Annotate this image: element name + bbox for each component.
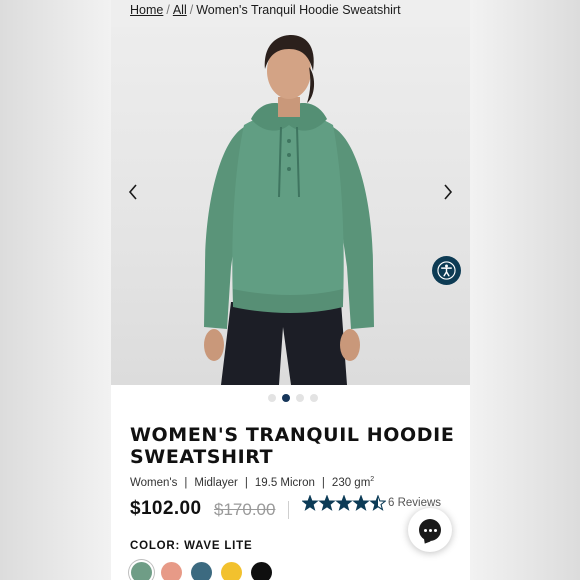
spec-separator: | <box>184 476 188 489</box>
chat-bubble-icon <box>419 519 441 541</box>
gallery-dot[interactable] <box>268 394 276 402</box>
product-image-gallery[interactable] <box>111 27 470 385</box>
gallery-prev-button[interactable] <box>122 177 144 207</box>
spec-gender: Women's <box>130 476 178 489</box>
gallery-dot[interactable] <box>296 394 304 402</box>
color-swatch[interactable] <box>131 562 152 580</box>
color-label: COLOR: WAVE LITE <box>130 540 253 552</box>
product-image <box>204 35 374 385</box>
reviews-link[interactable]: 6 Reviews <box>388 497 441 509</box>
product-page: Home / All / Women's Tranquil Hoodie Sweatsh… <box>111 0 470 580</box>
color-swatch[interactable] <box>191 562 212 580</box>
spec-layer: Midlayer <box>194 476 238 489</box>
breadcrumb-home-link[interactable]: Home <box>130 3 163 17</box>
star-icon <box>318 495 336 511</box>
breadcrumb-separator: / <box>189 3 194 17</box>
product-title: WOMEN'S TRANQUIL HOODIE SWEATSHIRT <box>130 424 455 468</box>
star-icon <box>352 495 370 511</box>
accessibility-button[interactable] <box>432 256 461 285</box>
chevron-right-icon <box>444 184 453 200</box>
spec-micron: 19.5 Micron <box>254 476 315 489</box>
gallery-next-button[interactable] <box>437 177 459 207</box>
rating-stars[interactable] <box>302 495 386 511</box>
spec-weight: 230 gm <box>331 476 371 489</box>
chat-button[interactable] <box>408 508 452 552</box>
color-swatch[interactable] <box>161 562 182 580</box>
breadcrumb-current: Women's Tranquil Hoodie Sweatshirt <box>196 3 401 17</box>
color-swatches <box>131 562 272 580</box>
star-icon <box>302 495 319 511</box>
compare-price: $170.00 <box>214 500 276 519</box>
price-divider <box>288 501 289 519</box>
product-specs: Women's | Midlayer | 19.5 Micron | 230 gm2 <box>130 476 374 489</box>
spec-separator: | <box>244 476 248 489</box>
right-background <box>470 0 580 580</box>
color-swatch[interactable] <box>221 562 242 580</box>
accessibility-icon <box>437 261 456 280</box>
chevron-left-icon <box>128 184 137 200</box>
gallery-pagination <box>268 394 318 402</box>
breadcrumb: Home / All / Women's Tranquil Hoodie Sweatsh… <box>111 0 470 27</box>
spec-weight-unit-sup: 2 <box>370 476 375 483</box>
breadcrumb-all-link[interactable]: All <box>173 3 187 17</box>
star-icon <box>335 495 353 511</box>
breadcrumb-separator: / <box>166 3 170 17</box>
color-swatch[interactable] <box>251 562 272 580</box>
sale-price: $102.00 <box>130 498 202 519</box>
gallery-dot[interactable] <box>310 394 318 402</box>
spec-separator: | <box>321 476 325 489</box>
gallery-dot[interactable] <box>282 394 290 402</box>
left-background <box>0 0 111 580</box>
star-icon <box>369 495 386 511</box>
